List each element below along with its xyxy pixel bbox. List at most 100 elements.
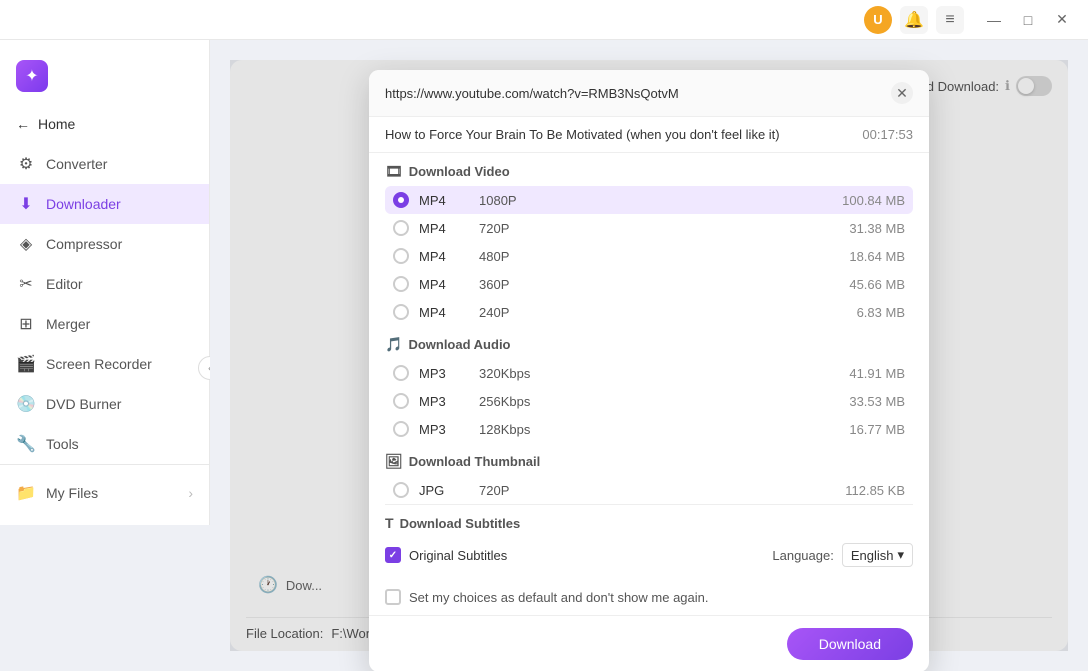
format-row-mp4-720p[interactable]: MP4 720P 31.38 MB (385, 214, 913, 242)
sidebar-item-label: DVD Burner (46, 396, 121, 412)
modal-duration: 00:17:53 (862, 127, 913, 142)
content-area: High Speed Download: ℹ https://www.youtu… (210, 40, 1088, 671)
close-button[interactable]: ✕ (1048, 6, 1076, 34)
sidebar-item-label: Tools (46, 436, 79, 452)
sidebar-item-converter[interactable]: ⚙ Converter (0, 144, 209, 184)
sidebar-item-downloader[interactable]: ⬇ Downloader (0, 184, 209, 224)
download-button[interactable]: Download (787, 628, 913, 660)
format-row-mp3-320[interactable]: MP3 320Kbps 41.91 MB (385, 359, 913, 387)
sidebar-item-dvd-burner[interactable]: 💿 DVD Burner (0, 384, 209, 424)
format-row-jpg-720p[interactable]: JPG 720P 112.85 KB (385, 476, 913, 504)
sidebar-item-home[interactable]: ← Home (0, 108, 209, 140)
format-quality: 240P (479, 305, 815, 320)
format-name: MP4 (419, 277, 479, 292)
notification-icon[interactable]: 🔔 (900, 6, 928, 34)
sidebar-item-label: Merger (46, 316, 90, 332)
sidebar-item-compressor[interactable]: ◈ Compressor (0, 224, 209, 264)
app-logo: ✦ (0, 52, 209, 108)
format-quality: 720P (479, 483, 815, 498)
subtitles-section-icon: T (385, 515, 394, 531)
format-size: 45.66 MB (815, 277, 905, 292)
avatar: U (864, 6, 892, 34)
format-quality: 320Kbps (479, 366, 815, 381)
minimize-button[interactable]: — (980, 6, 1008, 34)
modal-overlay: https://www.youtube.com/watch?v=RMB3NsQo… (230, 60, 1068, 651)
menu-icon[interactable]: ≡ (936, 6, 964, 34)
modal-close-button[interactable]: ✕ (891, 82, 913, 104)
logo-icon: ✦ (16, 60, 48, 92)
format-quality: 360P (479, 277, 815, 292)
format-size: 16.77 MB (815, 422, 905, 437)
merger-icon: ⊞ (16, 314, 36, 334)
sidebar-item-tools[interactable]: 🔧 Tools (0, 424, 209, 464)
sidebar-wrapper: ✦ ← Home ⚙ Converter ⬇ Downloader ◈ Comp… (0, 40, 210, 671)
home-icon: ← (16, 116, 30, 132)
format-size: 33.53 MB (815, 394, 905, 409)
format-name: MP3 (419, 394, 479, 409)
format-size: 100.84 MB (815, 193, 905, 208)
download-audio-label: Download Audio (408, 337, 510, 352)
my-files-icon: 📁 (16, 483, 36, 503)
sidebar-item-label: Converter (46, 156, 107, 172)
format-size: 112.85 KB (815, 483, 905, 498)
format-name: MP3 (419, 366, 479, 381)
format-quality: 1080P (479, 193, 815, 208)
expand-icon: › (188, 485, 193, 501)
sidebar-item-label: Downloader (46, 196, 121, 212)
sidebar-item-editor[interactable]: ✂ Editor (0, 264, 209, 304)
radio-mp4-360p (393, 276, 409, 292)
format-row-mp4-360p[interactable]: MP4 360P 45.66 MB (385, 270, 913, 298)
sidebar: ✦ ← Home ⚙ Converter ⬇ Downloader ◈ Comp… (0, 40, 210, 525)
modal-video-title: How to Force Your Brain To Be Motivated … (385, 127, 862, 142)
tools-icon: 🔧 (16, 434, 36, 454)
video-section-icon: 🎞 (385, 163, 403, 180)
format-size: 18.64 MB (815, 249, 905, 264)
format-name: MP4 (419, 305, 479, 320)
format-size: 31.38 MB (815, 221, 905, 236)
compressor-icon: ◈ (16, 234, 36, 254)
maximize-button[interactable]: □ (1014, 6, 1042, 34)
downloader-icon: ⬇ (16, 194, 36, 214)
radio-mp4-1080p (393, 192, 409, 208)
screen-recorder-icon: 🎬 (16, 354, 36, 374)
download-thumbnail-section-header: 🖼 Download Thumbnail (385, 443, 913, 476)
modal-footer: Download (369, 615, 929, 671)
sidebar-item-label: Screen Recorder (46, 356, 152, 372)
sidebar-item-screen-recorder[interactable]: 🎬 Screen Recorder (0, 344, 209, 384)
original-subtitles-checkbox[interactable]: ✓ (385, 547, 401, 563)
language-dropdown[interactable]: English ▾ (842, 543, 913, 567)
radio-mp4-720p (393, 220, 409, 236)
sidebar-item-label: Editor (46, 276, 83, 292)
downloader-area: High Speed Download: ℹ https://www.youtu… (230, 60, 1068, 651)
format-row-mp4-240p[interactable]: MP4 240P 6.83 MB (385, 298, 913, 326)
format-name: MP4 (419, 193, 479, 208)
radio-mp3-128 (393, 421, 409, 437)
format-row-mp4-480p[interactable]: MP4 480P 18.64 MB (385, 242, 913, 270)
language-value: English (851, 548, 894, 563)
audio-section-icon: 🎵 (385, 336, 402, 353)
sidebar-bottom: 📁 My Files › (0, 464, 209, 513)
sidebar-item-my-files[interactable]: 📁 My Files › (0, 473, 209, 513)
download-subtitles-header: T Download Subtitles (385, 515, 913, 537)
radio-mp4-240p (393, 304, 409, 320)
sidebar-item-merger[interactable]: ⊞ Merger (0, 304, 209, 344)
sidebar-item-label: Compressor (46, 236, 122, 252)
download-audio-section-header: 🎵 Download Audio (385, 326, 913, 359)
format-row-mp3-128[interactable]: MP3 128Kbps 16.77 MB (385, 415, 913, 443)
format-size: 6.83 MB (815, 305, 905, 320)
format-row-mp4-1080p[interactable]: MP4 1080P 100.84 MB (385, 186, 913, 214)
format-quality: 480P (479, 249, 815, 264)
home-label: Home (38, 116, 75, 132)
download-video-section-header: 🎞 Download Video (385, 153, 913, 186)
editor-icon: ✂ (16, 274, 36, 294)
format-row-mp3-256[interactable]: MP3 256Kbps 33.53 MB (385, 387, 913, 415)
titlebar: U 🔔 ≡ — □ ✕ (0, 0, 1088, 40)
format-name: MP4 (419, 249, 479, 264)
format-quality: 128Kbps (479, 422, 815, 437)
modal-body: 🎞 Download Video MP4 1080P 100.84 MB (369, 153, 929, 615)
radio-mp3-320 (393, 365, 409, 381)
default-choice-label: Set my choices as default and don't show… (409, 590, 709, 605)
radio-mp3-256 (393, 393, 409, 409)
default-choice-checkbox[interactable] (385, 589, 401, 605)
format-size: 41.91 MB (815, 366, 905, 381)
